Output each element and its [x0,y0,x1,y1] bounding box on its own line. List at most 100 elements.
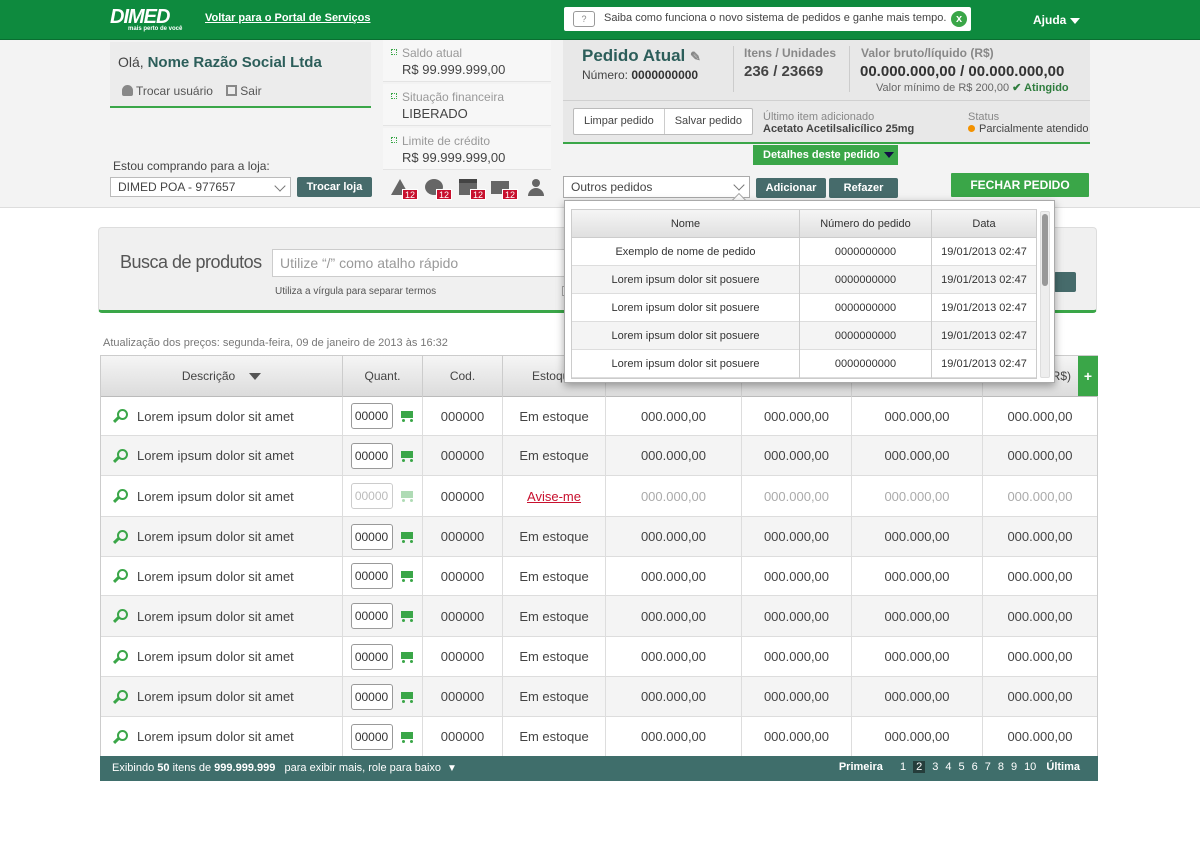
table-row[interactable]: Lorem ipsum dolor sit amet 00000 000000 Em … [101,717,1097,757]
store-select[interactable]: DIMED POA - 977657 [110,177,291,197]
quantity-input[interactable]: 00000 [350,403,393,429]
table-row[interactable]: Lorem ipsum dolor sit amet 00000 000000 Em … [101,436,1097,476]
column-header-quantity[interactable]: Quant. [343,356,423,397]
product-description[interactable]: Lorem ipsum dolor sit amet [101,436,343,475]
cart-icon[interactable] [399,409,415,423]
product-description[interactable]: Lorem ipsum dolor sit amet [101,517,343,556]
cart-icon[interactable] [399,730,415,744]
quantity-input[interactable]: 00000 [350,563,393,589]
quantity-input[interactable]: 00000 [350,523,393,550]
notify-me-link[interactable]: Avise-me [527,489,581,504]
product-description[interactable]: Lorem ipsum dolor sit amet [101,596,343,636]
product-description[interactable]: Lorem ipsum dolor sit amet [101,397,343,435]
column-header-description[interactable]: Descrição [101,356,343,397]
product-description[interactable]: Lorem ipsum dolor sit amet [101,717,343,756]
magnifier-icon[interactable] [113,689,128,704]
quantity-input[interactable]: 00000 [350,723,393,750]
close-order-button[interactable]: FECHAR PEDIDO [951,173,1089,197]
switch-user-link[interactable]: Trocar usuário [122,84,213,98]
table-row[interactable]: Lorem ipsum dolor sit amet 00000 000000 Em … [101,557,1097,596]
dropdown-scrollbar[interactable] [1040,211,1050,378]
add-button[interactable]: Adicionar [756,178,826,198]
column-header-code[interactable]: Cod. [423,356,503,397]
cart-icon[interactable] [399,489,415,503]
page-link[interactable]: 6 [972,761,978,773]
order-details-button[interactable]: Detalhes deste pedido [753,145,898,165]
quantity-input[interactable]: 00000 [350,603,393,629]
logout-link[interactable]: Sair [226,84,262,98]
page-link[interactable]: 4 [945,761,951,773]
product-description[interactable]: Lorem ipsum dolor sit amet [101,557,343,595]
help-menu[interactable]: Ajuda [1033,13,1081,27]
dropdown-order-row[interactable]: Lorem ipsum dolor sit posuere 0000000000 1… [572,294,1036,322]
magnifier-icon[interactable] [113,529,128,544]
dropdown-column-date[interactable]: Data [932,210,1036,238]
cart-icon[interactable] [399,609,415,623]
product-description[interactable]: Lorem ipsum dolor sit amet [101,637,343,676]
magnifier-icon[interactable] [113,729,128,744]
scrollbar-thumb[interactable] [1042,214,1048,286]
quantity-input[interactable]: 00000 [350,683,393,710]
dimed-logo[interactable]: DIMED mais perto de você [110,6,182,32]
product-description[interactable]: Lorem ipsum dolor sit amet [101,476,343,516]
page-link[interactable]: 7 [985,761,991,773]
magnifier-icon[interactable] [113,609,128,623]
table-row[interactable]: Lorem ipsum dolor sit amet 00000 000000 Em … [101,517,1097,557]
dropdown-order-row[interactable]: Lorem ipsum dolor sit posuere 0000000000 1… [572,322,1036,350]
dropdown-column-name[interactable]: Nome [572,210,800,238]
page-link[interactable]: 8 [998,761,1004,773]
add-column-button[interactable]: + [1078,356,1098,396]
page-link[interactable]: 3 [932,761,938,773]
cart-icon[interactable] [399,690,415,704]
table-row[interactable]: Lorem ipsum dolor sit amet 00000 000000 Em … [101,596,1097,637]
divider [563,100,1090,101]
cart-icon[interactable] [399,449,415,463]
other-orders-select[interactable]: Outros pedidos [563,176,750,198]
search-button[interactable] [1054,272,1076,292]
save-order-button[interactable]: Salvar pedido [663,109,752,134]
sort-caret-icon[interactable] [249,373,262,381]
money-icon[interactable]: 12 [425,179,452,200]
page-link[interactable]: 10 [1024,761,1036,773]
magnifier-icon[interactable] [113,489,128,503]
redo-button[interactable]: Refazer [829,178,898,198]
cart-icon[interactable] [399,569,415,583]
page-link[interactable]: 9 [1011,761,1017,773]
bullet-icon [391,49,397,55]
search-input[interactable]: Utilize “/” como atalho rápido [272,249,572,277]
magnifier-icon[interactable] [113,448,128,463]
back-to-portal-link[interactable]: Voltar para o Portal de Serviços [205,12,370,24]
close-icon[interactable]: x [951,11,967,27]
magnifier-icon[interactable] [113,649,128,664]
user-icon[interactable] [527,179,547,197]
cart-icon[interactable] [399,650,415,664]
magnifier-icon[interactable] [113,409,128,423]
magnifier-icon[interactable] [113,569,128,583]
notice-banner[interactable]: ? Saiba como funciona o novo sistema de … [564,7,971,31]
quantity-input[interactable]: 00000 [350,643,393,670]
dropdown-order-row[interactable]: Lorem ipsum dolor sit posuere 0000000000 1… [572,350,1036,378]
edit-icon[interactable]: ✎ [690,49,701,64]
table-row[interactable]: Lorem ipsum dolor sit amet 00000 000000 Avi… [101,476,1097,517]
table-row[interactable]: Lorem ipsum dolor sit amet 00000 000000 Em … [101,637,1097,677]
page-link[interactable]: 5 [958,761,964,773]
calendar-icon[interactable]: 12 [459,179,486,200]
warning-icon[interactable]: 12 [391,179,418,200]
switch-store-button[interactable]: Trocar loja [297,177,372,197]
dropdown-column-number[interactable]: Número do pedido [800,210,932,238]
dropdown-order-row[interactable]: Exemplo de nome de pedido 0000000000 19/01… [572,238,1036,266]
page-link[interactable]: 2 [913,761,926,773]
clear-order-button[interactable]: Limpar pedido [574,109,664,134]
table-row[interactable]: Lorem ipsum dolor sit amet 00000 000000 Em … [101,397,1097,436]
page-link[interactable]: 1 [900,761,906,773]
product-description[interactable]: Lorem ipsum dolor sit amet [101,677,343,716]
last-page-link[interactable]: Última [1046,761,1080,773]
table-row[interactable]: Lorem ipsum dolor sit amet 00000 000000 Em … [101,677,1097,717]
quantity-input[interactable]: 00000 [350,442,393,469]
mail-icon[interactable]: 12 [491,179,518,200]
cart-icon[interactable] [399,530,415,544]
dropdown-order-row[interactable]: Lorem ipsum dolor sit posuere 0000000000 1… [572,266,1036,294]
items-value: 236 / 23669 [744,63,824,80]
quantity-input[interactable]: 00000 [350,483,393,509]
first-page-link[interactable]: Primeira [839,761,883,773]
